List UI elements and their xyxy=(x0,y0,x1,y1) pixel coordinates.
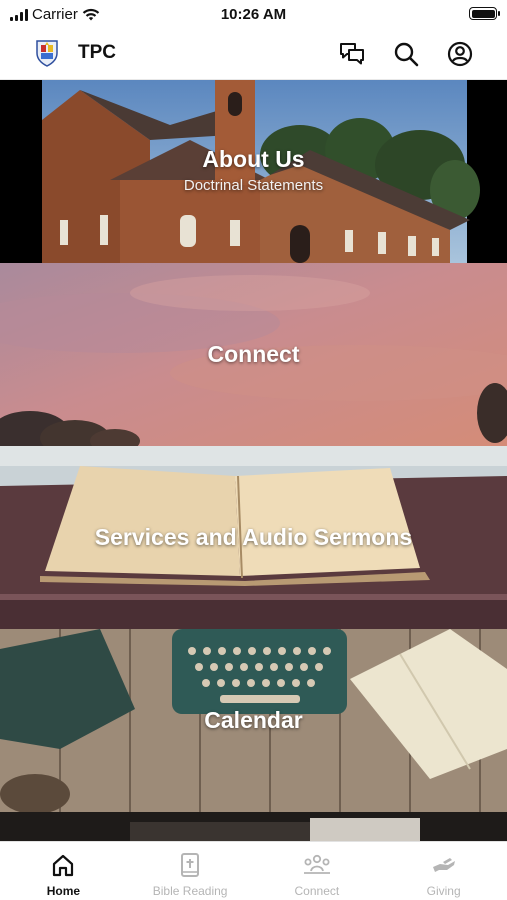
tab-home[interactable]: Home xyxy=(0,842,127,900)
people-icon xyxy=(303,854,330,874)
status-time: 10:26 AM xyxy=(220,6,287,23)
tab-giving-label: Giving xyxy=(426,884,461,898)
tab-bible-reading[interactable]: Bible Reading xyxy=(127,842,254,900)
church-logo-icon xyxy=(36,40,58,67)
tile-connect[interactable]: Connect xyxy=(0,263,507,446)
giving-hand-icon xyxy=(432,858,455,872)
tile-about-us-subtitle: Doctrinal Statements xyxy=(183,177,324,194)
account-icon xyxy=(447,41,473,67)
chat-bubbles-icon xyxy=(340,43,364,65)
chat-button[interactable] xyxy=(336,38,368,70)
account-button[interactable] xyxy=(444,38,476,70)
tile-partial xyxy=(0,812,507,841)
tile-services-sermons[interactable]: Services and Audio Sermons xyxy=(0,446,507,629)
status-bar: Carrier 10:26 AM xyxy=(0,0,507,28)
app-header: TPC xyxy=(0,28,507,80)
tile-calendar[interactable]: Calendar xyxy=(0,629,507,812)
search-icon xyxy=(394,42,419,67)
battery-icon xyxy=(469,7,500,20)
app-title: TPC xyxy=(78,42,116,63)
bible-icon xyxy=(181,853,200,877)
tab-connect[interactable]: Connect xyxy=(254,842,381,900)
tile-calendar-title: Calendar xyxy=(204,707,303,733)
tile-about-us[interactable]: About Us Doctrinal Statements xyxy=(0,80,507,263)
tile-connect-title: Connect xyxy=(207,341,300,367)
search-button[interactable] xyxy=(390,38,422,70)
home-icon xyxy=(53,854,74,877)
tab-home-label: Home xyxy=(46,884,81,898)
tab-connect-label: Connect xyxy=(294,884,340,898)
tile-services-sermons-title: Services and Audio Sermons xyxy=(94,524,413,550)
tab-bar: Home Bible Reading Connect Giving xyxy=(0,841,507,900)
tab-bible-reading-label: Bible Reading xyxy=(152,884,228,898)
tile-about-us-title: About Us xyxy=(202,146,305,172)
tab-giving[interactable]: Giving xyxy=(380,842,507,900)
